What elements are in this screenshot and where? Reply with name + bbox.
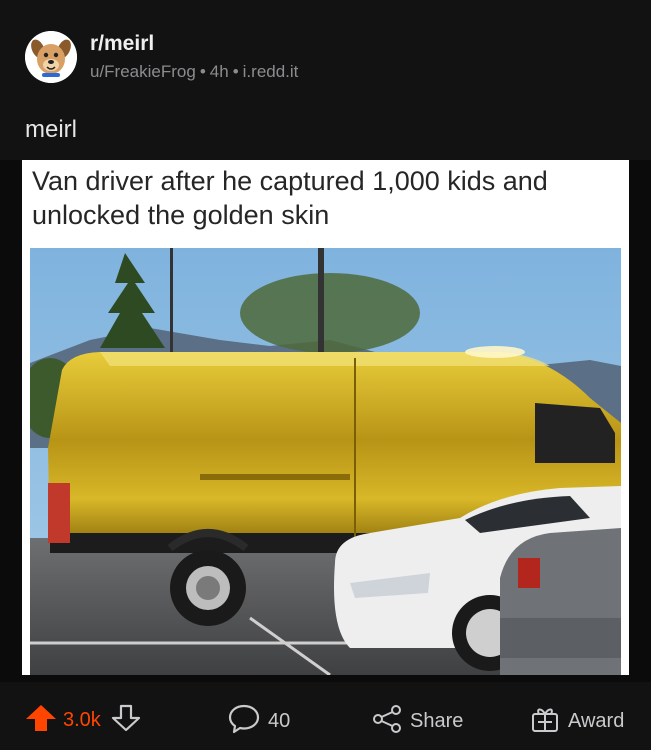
upvote-icon[interactable] xyxy=(25,704,57,737)
award-icon xyxy=(530,704,560,739)
award-button[interactable]: Award xyxy=(530,704,624,739)
meta-separator: • xyxy=(199,62,206,81)
post-title[interactable]: meirl xyxy=(25,116,77,144)
post-header: r/meirl u/FreakieFrog • 4h • i.redd.it meirl xyxy=(0,0,651,160)
post-domain[interactable]: i.redd.it xyxy=(243,62,299,81)
meme-caption: Van driver after he captured 1,000 kids … xyxy=(32,166,548,230)
comments-button[interactable]: 40 xyxy=(228,704,290,739)
award-label: Award xyxy=(568,710,625,732)
upvote-count: 3.0k xyxy=(63,709,101,731)
post-age: 4h xyxy=(209,62,229,81)
comment-count: 40 xyxy=(268,710,291,732)
author-link[interactable]: u/FreakieFrog xyxy=(90,62,196,81)
share-label: Share xyxy=(410,710,464,732)
share-icon xyxy=(372,704,402,739)
downvote-icon[interactable] xyxy=(111,704,141,737)
post-meta: u/FreakieFrog • 4h • i.redd.it xyxy=(90,62,298,82)
post-action-bar: 3.0k 40 Share Award xyxy=(0,682,651,750)
comment-icon xyxy=(228,704,260,739)
subreddit-name[interactable]: r/meirl xyxy=(90,32,154,56)
subreddit-avatar-icon[interactable] xyxy=(25,31,77,83)
post-image[interactable]: Van driver after he captured 1,000 kids … xyxy=(22,160,629,675)
meme-photo xyxy=(30,248,621,675)
share-button[interactable]: Share xyxy=(372,704,463,739)
meta-separator: • xyxy=(232,62,239,81)
vote-controls: 3.0k xyxy=(25,704,141,737)
